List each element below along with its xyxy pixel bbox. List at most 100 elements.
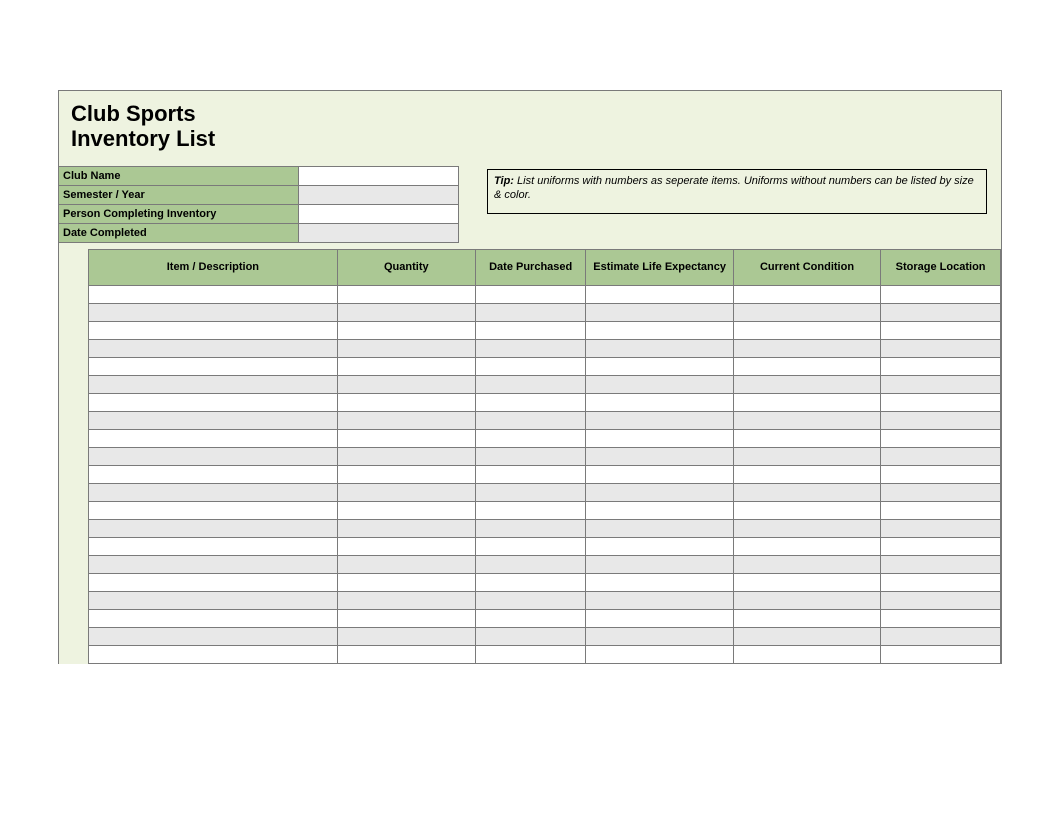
cell-stor[interactable] (881, 411, 1001, 429)
cell-life[interactable] (586, 645, 733, 663)
cell-cond[interactable] (733, 321, 880, 339)
cell-qty[interactable] (337, 465, 475, 483)
cell-life[interactable] (586, 375, 733, 393)
cell-stor[interactable] (881, 627, 1001, 645)
cell-stor[interactable] (881, 609, 1001, 627)
cell-cond[interactable] (733, 609, 880, 627)
cell-stor[interactable] (881, 555, 1001, 573)
cell-date[interactable] (475, 429, 586, 447)
cell-date[interactable] (475, 645, 586, 663)
cell-qty[interactable] (337, 411, 475, 429)
cell-cond[interactable] (733, 537, 880, 555)
cell-date[interactable] (475, 573, 586, 591)
cell-stor[interactable] (881, 303, 1001, 321)
cell-desc[interactable] (89, 573, 338, 591)
cell-desc[interactable] (89, 321, 338, 339)
cell-stor[interactable] (881, 285, 1001, 303)
cell-qty[interactable] (337, 321, 475, 339)
cell-desc[interactable] (89, 339, 338, 357)
cell-stor[interactable] (881, 447, 1001, 465)
cell-date[interactable] (475, 321, 586, 339)
cell-date[interactable] (475, 483, 586, 501)
cell-qty[interactable] (337, 501, 475, 519)
cell-qty[interactable] (337, 591, 475, 609)
cell-life[interactable] (586, 627, 733, 645)
cell-stor[interactable] (881, 357, 1001, 375)
cell-cond[interactable] (733, 447, 880, 465)
cell-qty[interactable] (337, 303, 475, 321)
cell-desc[interactable] (89, 501, 338, 519)
cell-desc[interactable] (89, 429, 338, 447)
cell-life[interactable] (586, 447, 733, 465)
cell-desc[interactable] (89, 627, 338, 645)
cell-cond[interactable] (733, 645, 880, 663)
cell-stor[interactable] (881, 645, 1001, 663)
cell-date[interactable] (475, 375, 586, 393)
cell-stor[interactable] (881, 501, 1001, 519)
cell-desc[interactable] (89, 447, 338, 465)
cell-qty[interactable] (337, 645, 475, 663)
cell-qty[interactable] (337, 483, 475, 501)
cell-cond[interactable] (733, 519, 880, 537)
cell-stor[interactable] (881, 375, 1001, 393)
cell-life[interactable] (586, 555, 733, 573)
cell-stor[interactable] (881, 591, 1001, 609)
cell-stor[interactable] (881, 339, 1001, 357)
cell-stor[interactable] (881, 321, 1001, 339)
cell-life[interactable] (586, 519, 733, 537)
cell-desc[interactable] (89, 609, 338, 627)
cell-stor[interactable] (881, 519, 1001, 537)
cell-life[interactable] (586, 393, 733, 411)
cell-desc[interactable] (89, 465, 338, 483)
cell-qty[interactable] (337, 447, 475, 465)
cell-life[interactable] (586, 429, 733, 447)
cell-life[interactable] (586, 573, 733, 591)
cell-life[interactable] (586, 537, 733, 555)
cell-stor[interactable] (881, 483, 1001, 501)
cell-cond[interactable] (733, 465, 880, 483)
cell-desc[interactable] (89, 537, 338, 555)
cell-cond[interactable] (733, 627, 880, 645)
cell-qty[interactable] (337, 555, 475, 573)
cell-qty[interactable] (337, 537, 475, 555)
cell-life[interactable] (586, 483, 733, 501)
cell-qty[interactable] (337, 357, 475, 375)
cell-qty[interactable] (337, 627, 475, 645)
cell-cond[interactable] (733, 591, 880, 609)
cell-qty[interactable] (337, 393, 475, 411)
cell-desc[interactable] (89, 303, 338, 321)
cell-cond[interactable] (733, 573, 880, 591)
cell-cond[interactable] (733, 429, 880, 447)
cell-date[interactable] (475, 591, 586, 609)
cell-desc[interactable] (89, 645, 338, 663)
cell-cond[interactable] (733, 501, 880, 519)
cell-life[interactable] (586, 303, 733, 321)
cell-date[interactable] (475, 609, 586, 627)
cell-life[interactable] (586, 357, 733, 375)
cell-date[interactable] (475, 465, 586, 483)
cell-desc[interactable] (89, 591, 338, 609)
cell-desc[interactable] (89, 411, 338, 429)
cell-desc[interactable] (89, 483, 338, 501)
cell-stor[interactable] (881, 573, 1001, 591)
cell-qty[interactable] (337, 375, 475, 393)
cell-date[interactable] (475, 411, 586, 429)
meta-value[interactable] (299, 166, 459, 185)
meta-value[interactable] (299, 223, 459, 242)
cell-qty[interactable] (337, 519, 475, 537)
cell-qty[interactable] (337, 339, 475, 357)
cell-life[interactable] (586, 285, 733, 303)
cell-cond[interactable] (733, 555, 880, 573)
cell-stor[interactable] (881, 465, 1001, 483)
cell-cond[interactable] (733, 375, 880, 393)
cell-stor[interactable] (881, 393, 1001, 411)
cell-life[interactable] (586, 321, 733, 339)
cell-stor[interactable] (881, 429, 1001, 447)
cell-date[interactable] (475, 393, 586, 411)
cell-date[interactable] (475, 555, 586, 573)
cell-life[interactable] (586, 411, 733, 429)
cell-life[interactable] (586, 339, 733, 357)
cell-desc[interactable] (89, 285, 338, 303)
cell-cond[interactable] (733, 393, 880, 411)
cell-date[interactable] (475, 285, 586, 303)
